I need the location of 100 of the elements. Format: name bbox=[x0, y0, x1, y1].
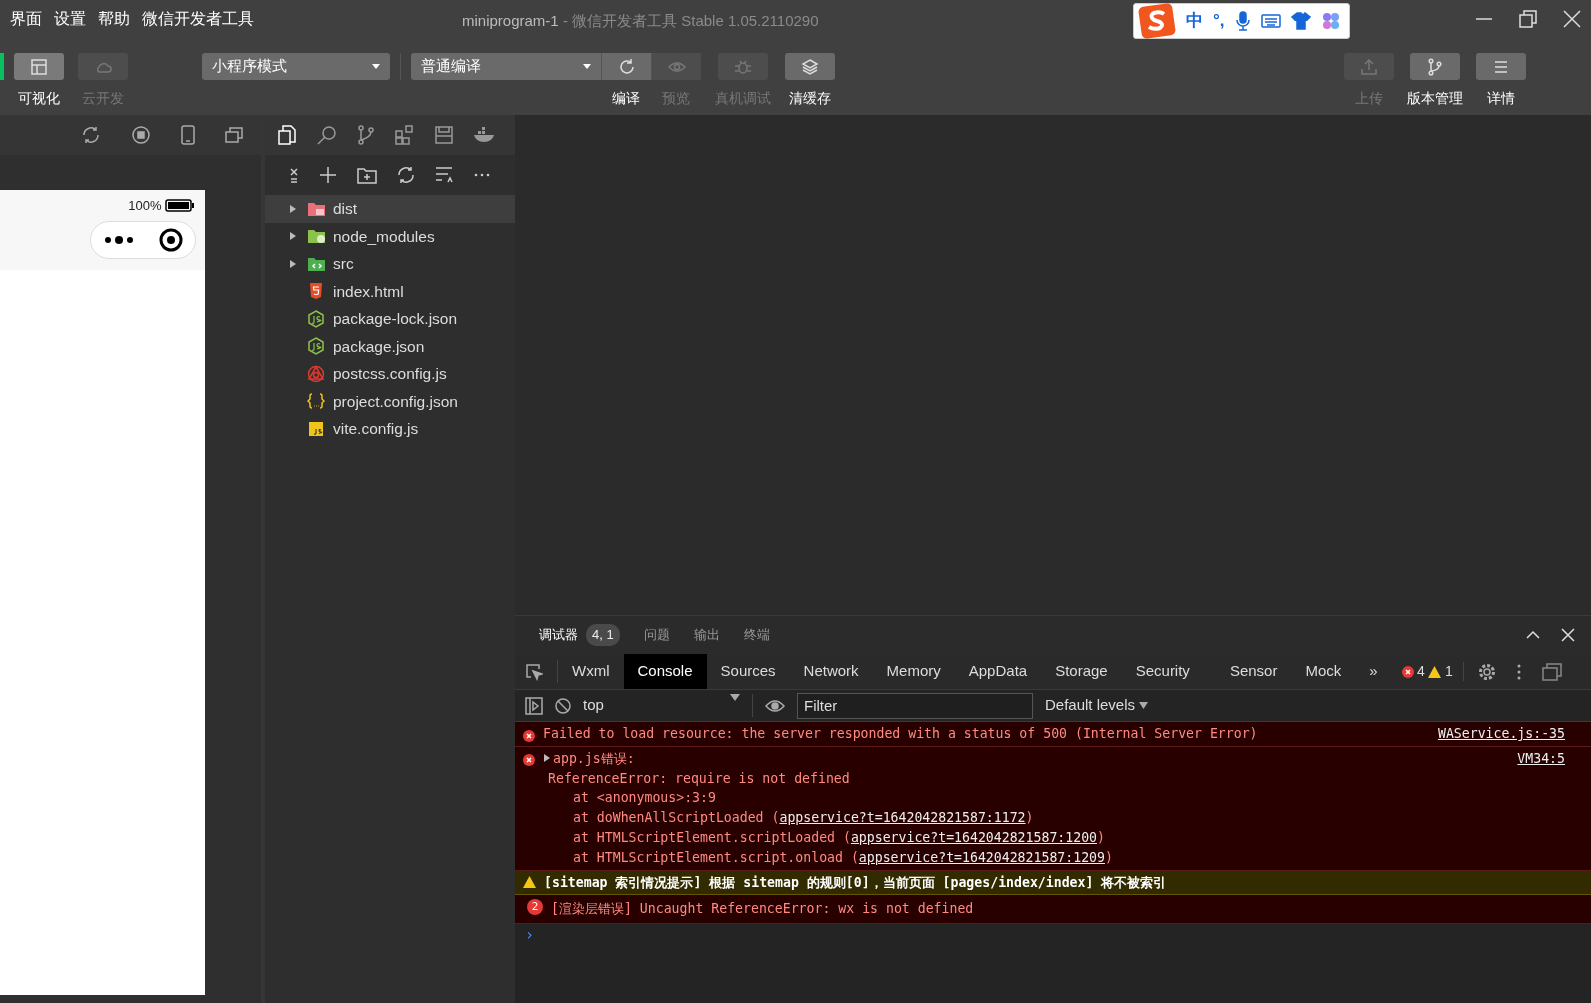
devtools-tab[interactable]: Mock bbox=[1291, 654, 1356, 689]
levels-dropdown[interactable]: Default levels bbox=[1045, 694, 1148, 717]
toolbar-button[interactable]: 版本管理 bbox=[1405, 53, 1465, 109]
panel-tab[interactable]: 输出 bbox=[693, 625, 720, 645]
more-icon[interactable] bbox=[473, 172, 491, 178]
maximize-icon[interactable] bbox=[1519, 10, 1537, 28]
console-prompt[interactable]: › bbox=[515, 924, 1591, 947]
phone-icon[interactable] bbox=[181, 125, 195, 145]
caret-right-icon[interactable] bbox=[289, 203, 297, 214]
error-icon bbox=[523, 729, 535, 742]
devtools-tab[interactable]: Console bbox=[623, 654, 707, 689]
caret-icon bbox=[372, 63, 380, 70]
postcss-file-icon bbox=[307, 364, 325, 383]
collapse-icon[interactable] bbox=[289, 167, 299, 183]
ime-mode-toggle[interactable]: 中 bbox=[1186, 8, 1203, 34]
devtools-tab[interactable]: Wxml bbox=[558, 654, 624, 689]
plus-icon[interactable] bbox=[319, 166, 337, 184]
devtools-tab[interactable]: Sources bbox=[706, 654, 790, 689]
tree-item[interactable]: project.config.json bbox=[265, 387, 515, 415]
grid-icon[interactable] bbox=[1320, 11, 1341, 31]
blocks-icon[interactable] bbox=[395, 125, 415, 145]
toolbar-button[interactable]: 详情 bbox=[1471, 53, 1531, 109]
eye-icon[interactable] bbox=[765, 698, 785, 713]
tree-item[interactable]: vite.config.js bbox=[265, 415, 515, 443]
sort-icon[interactable] bbox=[435, 166, 453, 184]
menu-item[interactable]: 设置 bbox=[54, 7, 86, 31]
devtools-tab[interactable]: AppData bbox=[954, 654, 1042, 689]
devtools-tab[interactable]: Security bbox=[1121, 654, 1204, 689]
close-icon[interactable] bbox=[1563, 10, 1581, 28]
menu-item[interactable]: 微信开发者工具 bbox=[142, 7, 254, 31]
toolbar-button[interactable]: 编译 bbox=[601, 53, 651, 109]
panel-tab[interactable]: 问题 bbox=[643, 625, 670, 645]
caret-icon bbox=[730, 694, 740, 703]
close-icon[interactable] bbox=[1561, 628, 1575, 642]
keyboard-icon[interactable] bbox=[1260, 13, 1281, 29]
more-icon[interactable] bbox=[103, 235, 134, 245]
toolbar-button[interactable]: 可视化 bbox=[14, 53, 64, 109]
stack-line: at HTMLScriptElement.scriptLoaded (appservice?t=1642042821587:1200) bbox=[572, 829, 1106, 847]
ime-mode-toggle[interactable]: °, bbox=[1213, 8, 1225, 34]
tree-item[interactable]: src bbox=[265, 250, 515, 278]
tree-item[interactable]: dist bbox=[265, 195, 515, 223]
whale-icon[interactable] bbox=[473, 127, 495, 143]
stop-icon[interactable] bbox=[131, 125, 151, 145]
tree-item[interactable]: index.html bbox=[265, 277, 515, 305]
close-circle-icon[interactable] bbox=[158, 228, 183, 252]
inspect-icon[interactable] bbox=[525, 662, 543, 681]
error-icon bbox=[1401, 665, 1414, 678]
tree-item[interactable]: postcss.config.js bbox=[265, 360, 515, 388]
mode-dropdown[interactable]: 小程序模式 bbox=[202, 53, 390, 80]
source-link[interactable]: appservice?t=1642042821587:1209 bbox=[858, 849, 1105, 865]
tree-item[interactable]: node_modules bbox=[265, 222, 515, 250]
toolbar-button[interactable]: 清缓存 bbox=[785, 53, 835, 109]
compile-dropdown[interactable]: 普通编译 bbox=[411, 53, 601, 80]
menu-item[interactable]: 界面 bbox=[10, 7, 42, 31]
menu-item[interactable]: 帮助 bbox=[98, 7, 130, 31]
files-icon[interactable] bbox=[277, 124, 297, 146]
js-file-icon bbox=[307, 419, 325, 438]
sidebar-toggle-icon[interactable] bbox=[525, 696, 543, 715]
devtools-tab[interactable]: Memory bbox=[872, 654, 955, 689]
source-link[interactable]: appservice?t=1642042821587:1200 bbox=[850, 830, 1098, 845]
devtools-tab[interactable]: Sensor bbox=[1215, 654, 1292, 689]
tree-item[interactable]: package.json bbox=[265, 332, 515, 360]
caret-right-icon[interactable] bbox=[289, 231, 297, 242]
console-message: [sitemap 索引情况提示] 根据 sitemap 的规则[0]，当前页面 [pages/index/index] 将不被索引 bbox=[544, 873, 1167, 892]
save-icon[interactable] bbox=[435, 126, 453, 144]
layers-icon bbox=[801, 57, 819, 76]
refresh-icon[interactable] bbox=[81, 125, 101, 145]
windows-icon[interactable] bbox=[225, 125, 245, 145]
panel-tab[interactable]: 调试器 4, 1 bbox=[539, 624, 620, 646]
console-message: [渲染层错误] Uncaught ReferenceError: wx is not defined bbox=[551, 900, 974, 919]
context-select[interactable]: top bbox=[583, 694, 753, 717]
tree-item[interactable]: package-lock.json bbox=[265, 305, 515, 333]
filter-field[interactable]: Filter bbox=[797, 692, 1033, 719]
shirt-icon[interactable] bbox=[1290, 12, 1311, 30]
issue-counter[interactable]: 4 1 bbox=[1391, 662, 1464, 681]
more-tabs-button[interactable]: » bbox=[1355, 654, 1392, 689]
console-message: Failed to load resource: the server responded with a status of 500 (Internal Server Error) bbox=[543, 725, 1258, 743]
source-link[interactable]: appservice?t=1642042821587:1172 bbox=[779, 810, 1026, 826]
source-link[interactable]: VM34:5 bbox=[1517, 748, 1565, 868]
ime-logo-icon[interactable] bbox=[1138, 3, 1176, 39]
error-icon bbox=[523, 754, 535, 767]
branch-icon[interactable] bbox=[357, 125, 375, 145]
settings-icon[interactable] bbox=[1477, 662, 1496, 681]
search-icon[interactable] bbox=[317, 125, 337, 145]
microphone-icon[interactable] bbox=[1234, 11, 1251, 31]
devtools-tab[interactable]: Network bbox=[789, 654, 873, 689]
panel-tab[interactable]: 终端 bbox=[743, 625, 770, 645]
clear-icon[interactable] bbox=[555, 697, 571, 714]
refresh-icon[interactable] bbox=[397, 166, 415, 184]
kebab-menu-icon[interactable] bbox=[1516, 663, 1521, 680]
capsule-menu[interactable] bbox=[90, 221, 196, 259]
upload-icon bbox=[1360, 57, 1378, 76]
caret-right-icon[interactable] bbox=[289, 258, 297, 269]
window-title: miniprogram-1 - 微信开发者工具 Stable 1.05.2110290 bbox=[462, 11, 819, 31]
new-folder-icon[interactable] bbox=[357, 166, 377, 184]
node-file-icon bbox=[307, 337, 325, 356]
devtools-tab[interactable]: Storage bbox=[1041, 654, 1122, 689]
undock-icon[interactable] bbox=[1541, 662, 1562, 681]
source-link[interactable]: WAService.js:-35 bbox=[1437, 724, 1565, 744]
refresh-icon bbox=[617, 57, 636, 76]
